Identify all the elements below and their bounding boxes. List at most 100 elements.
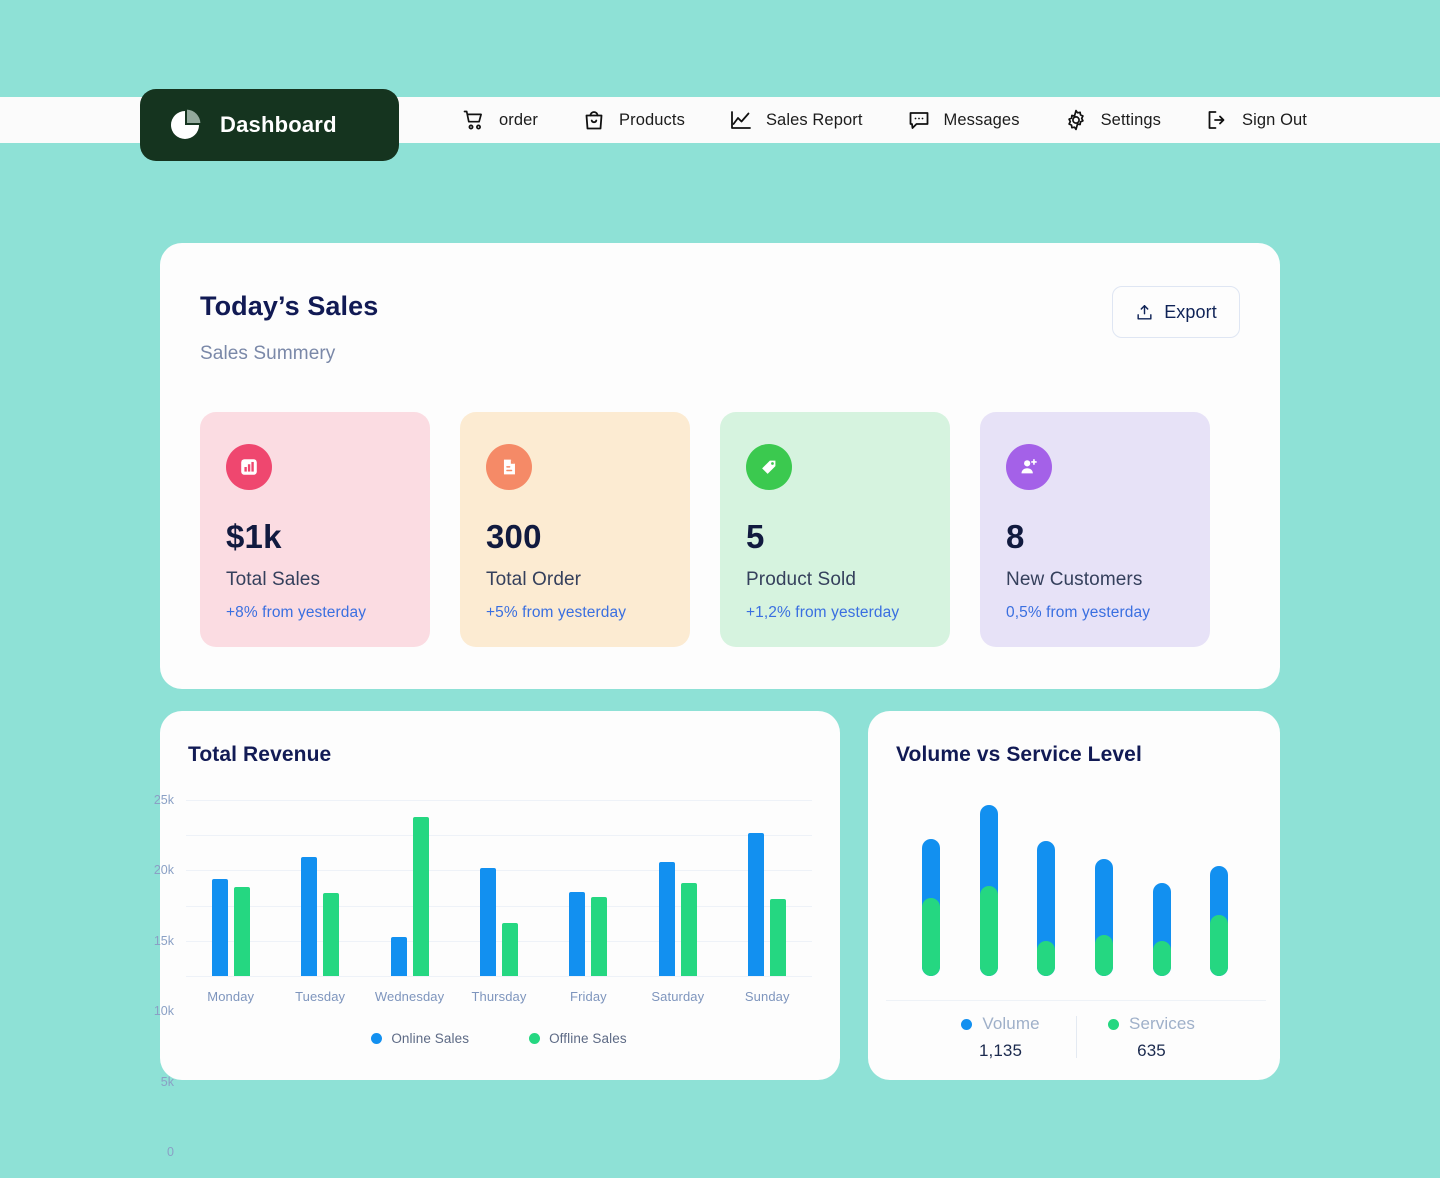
gear-icon [1064, 108, 1088, 132]
pie-chart-icon [168, 108, 202, 142]
bar-online-sales[interactable] [569, 892, 585, 976]
bar-offline-sales[interactable] [770, 899, 786, 976]
chat-bubble-icon [907, 108, 931, 132]
add-user-icon [1006, 444, 1052, 490]
bar-group [275, 800, 364, 976]
bar-online-sales[interactable] [480, 868, 496, 976]
bar-group [186, 800, 275, 976]
bar-slot [1017, 841, 1075, 976]
stat-card-total-sales[interactable]: $1k Total Sales +8% from yesterday [200, 412, 430, 647]
nav-item-settings[interactable]: Settings [1064, 108, 1161, 132]
stat-label: Total Sales [226, 569, 404, 591]
x-axis-tick-label: Friday [544, 989, 633, 1004]
stat-delta: +5% from yesterday [486, 604, 664, 622]
stat-card-new-customers[interactable]: 8 New Customers 0,5% from yesterday [980, 412, 1210, 647]
nav-item-sign-out[interactable]: Sign Out [1205, 108, 1307, 132]
y-axis-tick-label: 10k [154, 1004, 174, 1018]
stat-value: 8 [1006, 518, 1184, 556]
legend-label: Services [1129, 1014, 1195, 1034]
nav-label: order [499, 111, 538, 130]
legend-item[interactable]: Online Sales [371, 1031, 469, 1046]
bar-online-sales[interactable] [212, 879, 228, 976]
legend-entry[interactable]: Volume 1,135 [926, 1014, 1076, 1061]
bar-online-sales[interactable] [391, 937, 407, 976]
x-axis-tick-label: Wednesday [365, 989, 454, 1004]
stacked-bar[interactable] [1153, 883, 1171, 976]
sales-subtitle: Sales Summery [200, 343, 1240, 365]
stacked-bar-services-segment [1037, 941, 1055, 977]
nav-label: Sales Report [766, 111, 863, 130]
legend-color-dot [371, 1033, 382, 1044]
line-chart-icon [729, 108, 753, 132]
chart-title-volume-vs-service: Volume vs Service Level [896, 743, 1280, 767]
export-button[interactable]: Export [1112, 286, 1240, 338]
page-title: Today’s Sales [200, 291, 1240, 322]
nav-item-sales-report[interactable]: Sales Report [729, 108, 863, 132]
nav-items: order Products Sales Report [462, 97, 1351, 143]
stat-card-total-order[interactable]: 300 Total Order +5% from yesterday [460, 412, 690, 647]
stacked-bar[interactable] [1095, 859, 1113, 976]
bar-offline-sales[interactable] [234, 887, 250, 976]
stat-cards: $1k Total Sales +8% from yesterday 300 T… [200, 412, 1210, 647]
nav-item-products[interactable]: Products [582, 108, 685, 132]
stat-delta: +1,2% from yesterday [746, 604, 924, 622]
x-axis-tick-label: Sunday [723, 989, 812, 1004]
y-axis-tick-label: 5k [161, 1075, 174, 1089]
chart-title-total-revenue: Total Revenue [188, 743, 840, 767]
bar-offline-sales[interactable] [502, 923, 518, 977]
bar-offline-sales[interactable] [413, 817, 429, 976]
stat-card-product-sold[interactable]: 5 Product Sold +1,2% from yesterday [720, 412, 950, 647]
stat-value: $1k [226, 518, 404, 556]
shopping-bag-icon [582, 108, 606, 132]
legend-entry-head: Services [1077, 1014, 1227, 1034]
bar-offline-sales[interactable] [591, 897, 607, 976]
upload-icon [1135, 303, 1154, 322]
legend-color-dot [961, 1019, 972, 1030]
bar-online-sales[interactable] [659, 862, 675, 976]
stacked-bar-services-segment [922, 898, 940, 976]
legend-label: Online Sales [391, 1031, 469, 1046]
legend-label: Offline Sales [549, 1031, 627, 1046]
total-revenue-x-axis-labels: MondayTuesdayWednesdayThursdayFridaySatu… [186, 989, 812, 1004]
bar-online-sales[interactable] [301, 857, 317, 976]
stacked-bar[interactable] [980, 805, 998, 976]
y-axis-tick-label: 15k [154, 934, 174, 948]
bar-slot [1133, 883, 1191, 976]
legend-label: Volume [982, 1014, 1039, 1034]
stat-delta: +8% from yesterday [226, 604, 404, 622]
x-axis-tick-label: Tuesday [275, 989, 364, 1004]
nav-item-messages[interactable]: Messages [907, 108, 1020, 132]
stacked-bar-services-segment [1095, 935, 1113, 976]
legend-entry[interactable]: Services 635 [1077, 1014, 1227, 1061]
legend-item[interactable]: Offline Sales [529, 1031, 627, 1046]
stat-value: 300 [486, 518, 664, 556]
nav-item-order[interactable]: order [462, 108, 538, 132]
brand-label: Dashboard [220, 112, 337, 138]
x-axis-tick-label: Thursday [454, 989, 543, 1004]
legend-entry-head: Volume [926, 1014, 1076, 1034]
y-axis-tick-label: 25k [154, 793, 174, 807]
bar-group [544, 800, 633, 976]
dashboard-brand-button[interactable]: Dashboard [140, 89, 399, 161]
bar-offline-sales[interactable] [681, 883, 697, 976]
bar-group [365, 800, 454, 976]
sign-out-icon [1205, 108, 1229, 132]
volume-service-legend: Volume 1,135 Services 635 [886, 1014, 1266, 1061]
stacked-bar[interactable] [1037, 841, 1055, 976]
legend-value: 1,135 [926, 1041, 1076, 1061]
stacked-bar[interactable] [1210, 866, 1228, 976]
gridline: 0 [186, 976, 812, 977]
stat-label: Total Order [486, 569, 664, 591]
document-icon [486, 444, 532, 490]
bar-slot [960, 805, 1018, 976]
bar-group [723, 800, 812, 976]
bar-online-sales[interactable] [748, 833, 764, 976]
stacked-bar[interactable] [922, 839, 940, 976]
bar-offline-sales[interactable] [323, 893, 339, 976]
legend-value: 635 [1077, 1041, 1227, 1061]
total-revenue-bars [186, 800, 812, 976]
total-revenue-legend: Online Sales Offline Sales [186, 1031, 812, 1046]
stat-value: 5 [746, 518, 924, 556]
nav-label: Messages [944, 111, 1020, 130]
y-axis-tick-label: 0 [167, 1145, 174, 1159]
